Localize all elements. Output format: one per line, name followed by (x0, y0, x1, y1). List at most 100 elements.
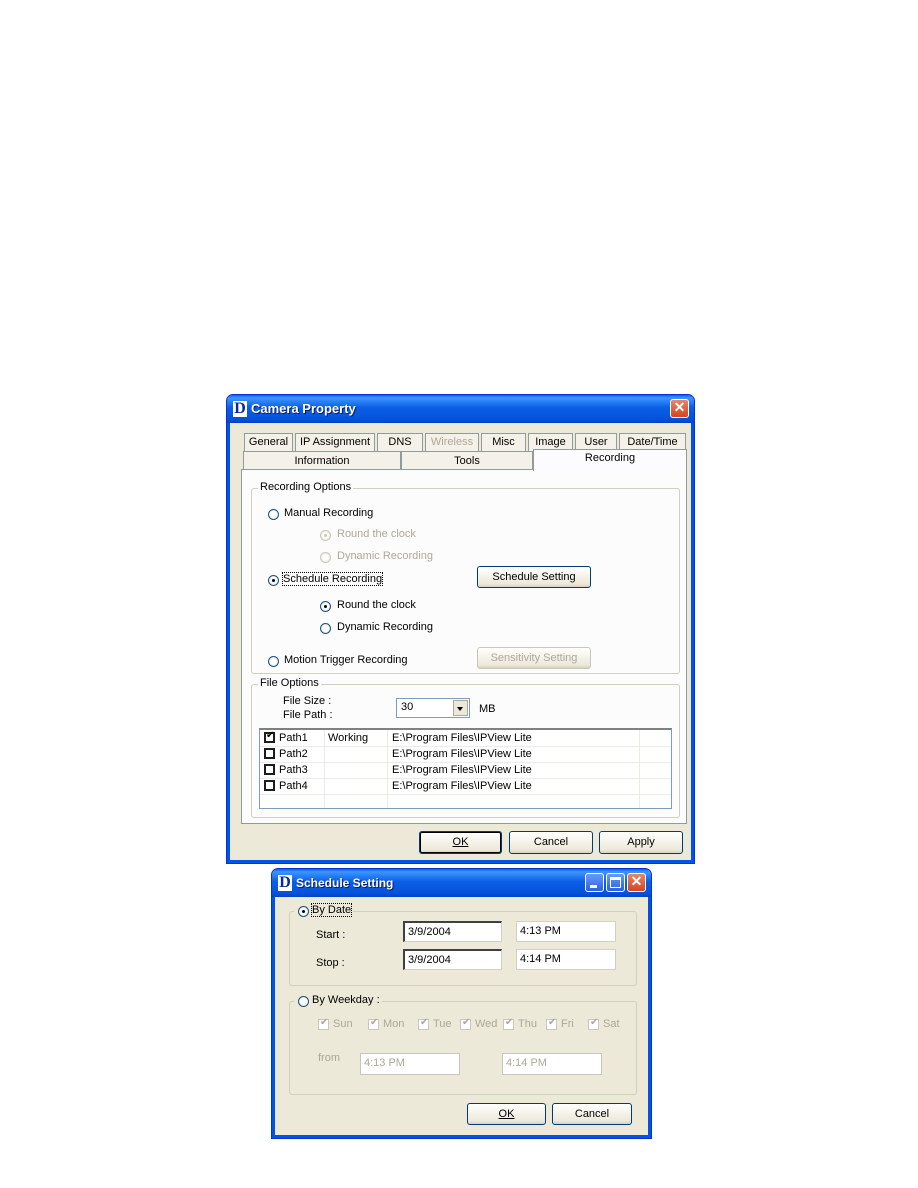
path-status: Working (328, 732, 369, 744)
app-logo-icon: D (233, 400, 247, 417)
tue-label: Tue (433, 1018, 452, 1030)
sat-checkbox[interactable] (588, 1017, 599, 1030)
list-item[interactable]: Path4 E:\Program Files\IPView Lite (260, 778, 671, 795)
by-weekday-group: By Weekday : Sun Mon Tue Wed Thu Fri Sat… (289, 994, 637, 1095)
stop-date-field[interactable]: 3/9/2004 (403, 949, 502, 970)
schedule-ok-button[interactable]: OK (467, 1103, 546, 1125)
manual-dynamic-recording-label[interactable]: Dynamic Recording (337, 550, 433, 562)
wed-label: Wed (475, 1018, 498, 1030)
recording-options-group: Recording Options Manual Recording Round… (251, 481, 680, 674)
tab-ip-assignment[interactable]: IP Assignment (295, 433, 375, 451)
path2-checkbox[interactable] (264, 748, 275, 759)
wed-checkbox[interactable] (460, 1017, 471, 1030)
start-date-field[interactable]: 3/9/2004 (403, 921, 502, 942)
path3-checkbox[interactable] (264, 764, 275, 775)
motion-trigger-recording-radio[interactable] (268, 656, 279, 667)
close-button[interactable]: ✕ (670, 399, 689, 418)
minimize-icon (590, 885, 597, 888)
close-icon: ✕ (673, 399, 686, 415)
list-item[interactable]: Path2 E:\Program Files\IPView Lite (260, 746, 671, 763)
title-bar: D Schedule Setting ✕ (272, 869, 651, 897)
schedule-cancel-button[interactable]: Cancel (552, 1103, 632, 1125)
list-item[interactable]: Path3 E:\Program Files\IPView Lite (260, 762, 671, 779)
manual-recording-radio[interactable] (268, 509, 279, 520)
maximize-icon (610, 877, 621, 888)
by-date-group: By Date Start : Stop : 3/9/2004 4:13 PM … (289, 903, 637, 986)
sun-label: Sun (333, 1018, 353, 1030)
tab-wireless[interactable]: Wireless (425, 433, 479, 451)
by-weekday-label[interactable]: By Weekday : (312, 994, 380, 1006)
path-location: E:\Program Files\IPView Lite (392, 732, 532, 744)
tab-general[interactable]: General (244, 433, 293, 451)
from-label: from (318, 1052, 340, 1064)
file-size-label: File Size : (283, 695, 332, 707)
mon-label: Mon (383, 1018, 405, 1030)
close-button[interactable]: ✕ (627, 873, 646, 892)
by-weekday-radio[interactable] (298, 996, 309, 1007)
ok-button[interactable]: OK (419, 831, 502, 854)
fri-checkbox[interactable] (546, 1017, 557, 1030)
from-time-field[interactable]: 4:13 PM (360, 1053, 460, 1075)
file-path-label: File Path : (283, 709, 333, 721)
path-name: Path1 (279, 732, 308, 744)
apply-button[interactable]: Apply (599, 831, 683, 854)
fri-label: Fri (561, 1018, 574, 1030)
by-date-label[interactable]: By Date (310, 903, 353, 917)
app-logo-icon: D (278, 874, 292, 891)
window-title: Camera Property (251, 401, 356, 416)
dropdown-arrow-icon[interactable] (453, 700, 468, 716)
file-size-select[interactable]: 30 (396, 698, 470, 718)
schedule-round-the-clock-label[interactable]: Round the clock (337, 599, 416, 611)
list-item[interactable]: Path1 Working E:\Program Files\IPView Li… (260, 730, 671, 747)
cancel-button[interactable]: Cancel (509, 831, 593, 854)
schedule-dynamic-recording-radio[interactable] (320, 623, 331, 634)
dialog-content: By Date Start : Stop : 3/9/2004 4:13 PM … (276, 897, 647, 1134)
path-location: E:\Program Files\IPView Lite (392, 748, 532, 760)
manual-round-the-clock-label[interactable]: Round the clock (337, 528, 416, 540)
to-time-field[interactable]: 4:14 PM (502, 1053, 602, 1075)
file-options-label: File Options (258, 677, 321, 689)
by-date-radio[interactable] (298, 906, 309, 917)
file-path-list[interactable]: Path1 Working E:\Program Files\IPView Li… (259, 728, 672, 809)
motion-trigger-recording-label[interactable]: Motion Trigger Recording (284, 654, 408, 666)
path-name: Path2 (279, 748, 308, 760)
start-time-field[interactable]: 4:13 PM (516, 921, 616, 942)
sat-label: Sat (603, 1018, 620, 1030)
tab-tools[interactable]: Tools (401, 451, 533, 470)
maximize-button[interactable] (606, 873, 625, 892)
schedule-round-the-clock-radio[interactable] (320, 601, 331, 612)
tab-information[interactable]: Information (243, 451, 401, 470)
stop-time-field[interactable]: 4:14 PM (516, 949, 616, 970)
schedule-dynamic-recording-label[interactable]: Dynamic Recording (337, 621, 433, 633)
path-name: Path4 (279, 780, 308, 792)
stop-label: Stop : (316, 957, 345, 969)
file-size-unit: MB (479, 703, 496, 715)
schedule-recording-label[interactable]: Schedule Recording (281, 572, 384, 586)
minimize-button[interactable] (585, 873, 604, 892)
tue-checkbox[interactable] (418, 1017, 429, 1030)
path-location: E:\Program Files\IPView Lite (392, 764, 532, 776)
schedule-setting-window: D Schedule Setting ✕ By Date Start : Sto… (271, 868, 652, 1139)
title-bar: D Camera Property ✕ (227, 395, 694, 423)
recording-tab-panel: Recording Options Manual Recording Round… (241, 469, 687, 824)
manual-dynamic-recording-radio[interactable] (320, 552, 331, 563)
recording-options-label: Recording Options (258, 481, 354, 493)
thu-label: Thu (518, 1018, 537, 1030)
path1-checkbox[interactable] (264, 730, 275, 743)
close-icon: ✕ (630, 873, 643, 889)
path4-checkbox[interactable] (264, 780, 275, 791)
schedule-setting-button[interactable]: Schedule Setting (477, 566, 591, 588)
file-size-value: 30 (401, 701, 414, 713)
sun-checkbox[interactable] (318, 1017, 329, 1030)
manual-round-the-clock-radio[interactable] (320, 530, 331, 541)
tab-recording[interactable]: Recording (533, 449, 687, 471)
schedule-recording-radio[interactable] (268, 575, 279, 586)
tab-dns[interactable]: DNS (377, 433, 423, 451)
path-name: Path3 (279, 764, 308, 776)
manual-recording-label[interactable]: Manual Recording (284, 507, 373, 519)
sensitivity-setting-button[interactable]: Sensitivity Setting (477, 647, 591, 669)
file-options-group: File Options File Size : File Path : 30 … (251, 677, 680, 818)
thu-checkbox[interactable] (503, 1017, 514, 1030)
tab-misc[interactable]: Misc (481, 433, 526, 451)
mon-checkbox[interactable] (368, 1017, 379, 1030)
